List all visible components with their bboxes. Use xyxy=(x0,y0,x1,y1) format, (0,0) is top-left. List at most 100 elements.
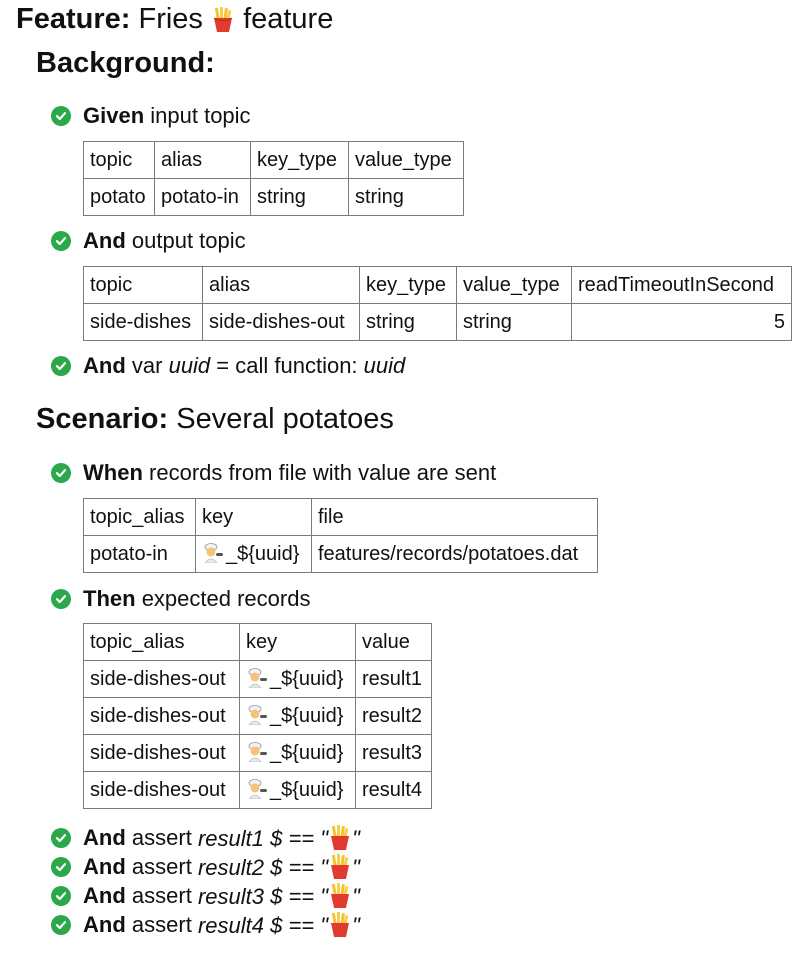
table-header-cell: key_type xyxy=(359,266,457,304)
step-keyword: And xyxy=(83,228,126,253)
output-topic-table: topic alias key_type value_type readTime… xyxy=(83,266,792,341)
background-title: Background: xyxy=(36,47,215,79)
key-text: _${uuid} xyxy=(270,778,344,801)
table-header-cell: value_type xyxy=(456,266,572,304)
check-circle-icon xyxy=(51,886,71,906)
table-cell: 5 xyxy=(571,303,792,341)
check-circle-icon xyxy=(51,589,71,609)
cook-icon xyxy=(248,704,267,725)
table-cell: result3 xyxy=(355,734,432,772)
table-header-cell: value xyxy=(355,623,432,661)
step-keyword: Given xyxy=(83,103,145,128)
table-cell: result1 xyxy=(355,660,432,698)
feature-title: Feature: Fries feature xyxy=(16,1,333,37)
step-text: assert xyxy=(131,883,192,908)
step-keyword: Then xyxy=(83,586,136,611)
table-cell: _${uuid} xyxy=(239,771,356,809)
var-name: uuid xyxy=(168,353,211,378)
feature-name-start: Fries xyxy=(138,3,203,35)
table-cell: result4 xyxy=(355,771,432,809)
table-cell: _${uuid} xyxy=(195,535,312,573)
fries-icon xyxy=(331,824,350,850)
key-text: _${uuid} xyxy=(270,741,344,764)
table-row: side-dishes-out _${uuid} result2 xyxy=(83,697,432,735)
table-cell: string xyxy=(250,178,349,216)
step-then-expected-records: Then expected records xyxy=(51,585,310,613)
fries-icon xyxy=(213,7,233,32)
table-header-cell: file xyxy=(311,498,598,536)
fries-icon xyxy=(331,911,350,937)
cook-icon xyxy=(248,741,267,762)
table-cell: _${uuid} xyxy=(239,697,356,735)
table-row: side-dishes side-dishes-out string strin… xyxy=(83,303,792,341)
table-cell: features/records/potatoes.dat xyxy=(311,535,598,573)
step-keyword: And xyxy=(83,912,126,937)
step-text: expected records xyxy=(141,586,311,611)
step-text: assert xyxy=(131,854,192,879)
check-circle-icon xyxy=(51,106,71,126)
step-assert-result3: And assert result3 $ == " " xyxy=(51,882,360,910)
table-cell: side-dishes-out xyxy=(202,303,360,341)
table-row: potato-in _${uuid} features/records/pota… xyxy=(83,535,598,573)
table-header-row: topic alias key_type value_type readTime… xyxy=(83,266,792,304)
table-header-cell: alias xyxy=(154,141,251,179)
step-text: records from file with value are sent xyxy=(149,460,497,485)
scenario-name: Several potatoes xyxy=(176,403,394,435)
assert-expression: result1 $ == " " xyxy=(197,824,360,851)
step-and-var-uuid: And var uuid = call function: uuid xyxy=(51,352,405,380)
table-header-cell: topic_alias xyxy=(83,623,240,661)
table-header-row: topic_alias key file xyxy=(83,498,598,536)
table-row: side-dishes-out _${uuid} result3 xyxy=(83,734,432,772)
feature-name-end: feature xyxy=(243,3,334,35)
table-cell: string xyxy=(359,303,457,341)
check-circle-icon xyxy=(51,356,71,376)
input-topic-table: topic alias key_type value_type potato p… xyxy=(83,141,464,216)
key-text: _${uuid} xyxy=(270,704,344,727)
step-assert-result2: And assert result2 $ == " " xyxy=(51,853,360,881)
table-cell: potato-in xyxy=(154,178,251,216)
table-cell: _${uuid} xyxy=(239,734,356,772)
assert-expression: result2 $ == " " xyxy=(197,853,360,880)
table-header-cell: key xyxy=(239,623,356,661)
check-circle-icon xyxy=(51,828,71,848)
step-text-call: = call function: xyxy=(216,353,358,378)
key-text: _${uuid} xyxy=(270,667,344,690)
table-header-cell: topic xyxy=(83,141,155,179)
fries-icon xyxy=(331,882,350,908)
table-cell: side-dishes xyxy=(83,303,203,341)
table-cell: string xyxy=(348,178,464,216)
table-cell: potato-in xyxy=(83,535,196,573)
table-cell: potato xyxy=(83,178,155,216)
step-text: assert xyxy=(131,825,192,850)
step-keyword: And xyxy=(83,353,126,378)
step-when-records-sent: When records from file with value are se… xyxy=(51,459,496,487)
step-text-var: var xyxy=(131,353,163,378)
table-header-row: topic_alias key value xyxy=(83,623,432,661)
check-circle-icon xyxy=(51,915,71,935)
step-assert-result4: And assert result4 $ == " " xyxy=(51,911,360,939)
check-circle-icon xyxy=(51,463,71,483)
cook-icon xyxy=(248,778,267,799)
step-keyword: And xyxy=(83,825,126,850)
step-text: input topic xyxy=(150,103,251,128)
table-header-row: topic alias key_type value_type xyxy=(83,141,464,179)
cook-icon xyxy=(248,667,267,688)
records-sent-table: topic_alias key file potato-in _${uuid} … xyxy=(83,498,598,573)
step-given-input-topic: Given input topic xyxy=(51,102,251,130)
check-circle-icon xyxy=(51,857,71,877)
table-header-cell: key xyxy=(195,498,312,536)
step-text: output topic xyxy=(131,228,246,253)
table-header-cell: topic xyxy=(83,266,203,304)
scenario-title: Scenario: Several potatoes xyxy=(36,401,394,437)
table-cell: result2 xyxy=(355,697,432,735)
step-keyword: When xyxy=(83,460,143,485)
table-header-cell: readTimeoutInSecond xyxy=(571,266,792,304)
table-header-cell: alias xyxy=(202,266,360,304)
table-cell: side-dishes-out xyxy=(83,771,240,809)
assert-expression: result3 $ == " " xyxy=(197,882,360,909)
table-row: side-dishes-out _${uuid} result1 xyxy=(83,660,432,698)
step-and-output-topic: And output topic xyxy=(51,227,246,255)
table-cell: side-dishes-out xyxy=(83,697,240,735)
cook-icon xyxy=(204,542,223,563)
table-cell: string xyxy=(456,303,572,341)
